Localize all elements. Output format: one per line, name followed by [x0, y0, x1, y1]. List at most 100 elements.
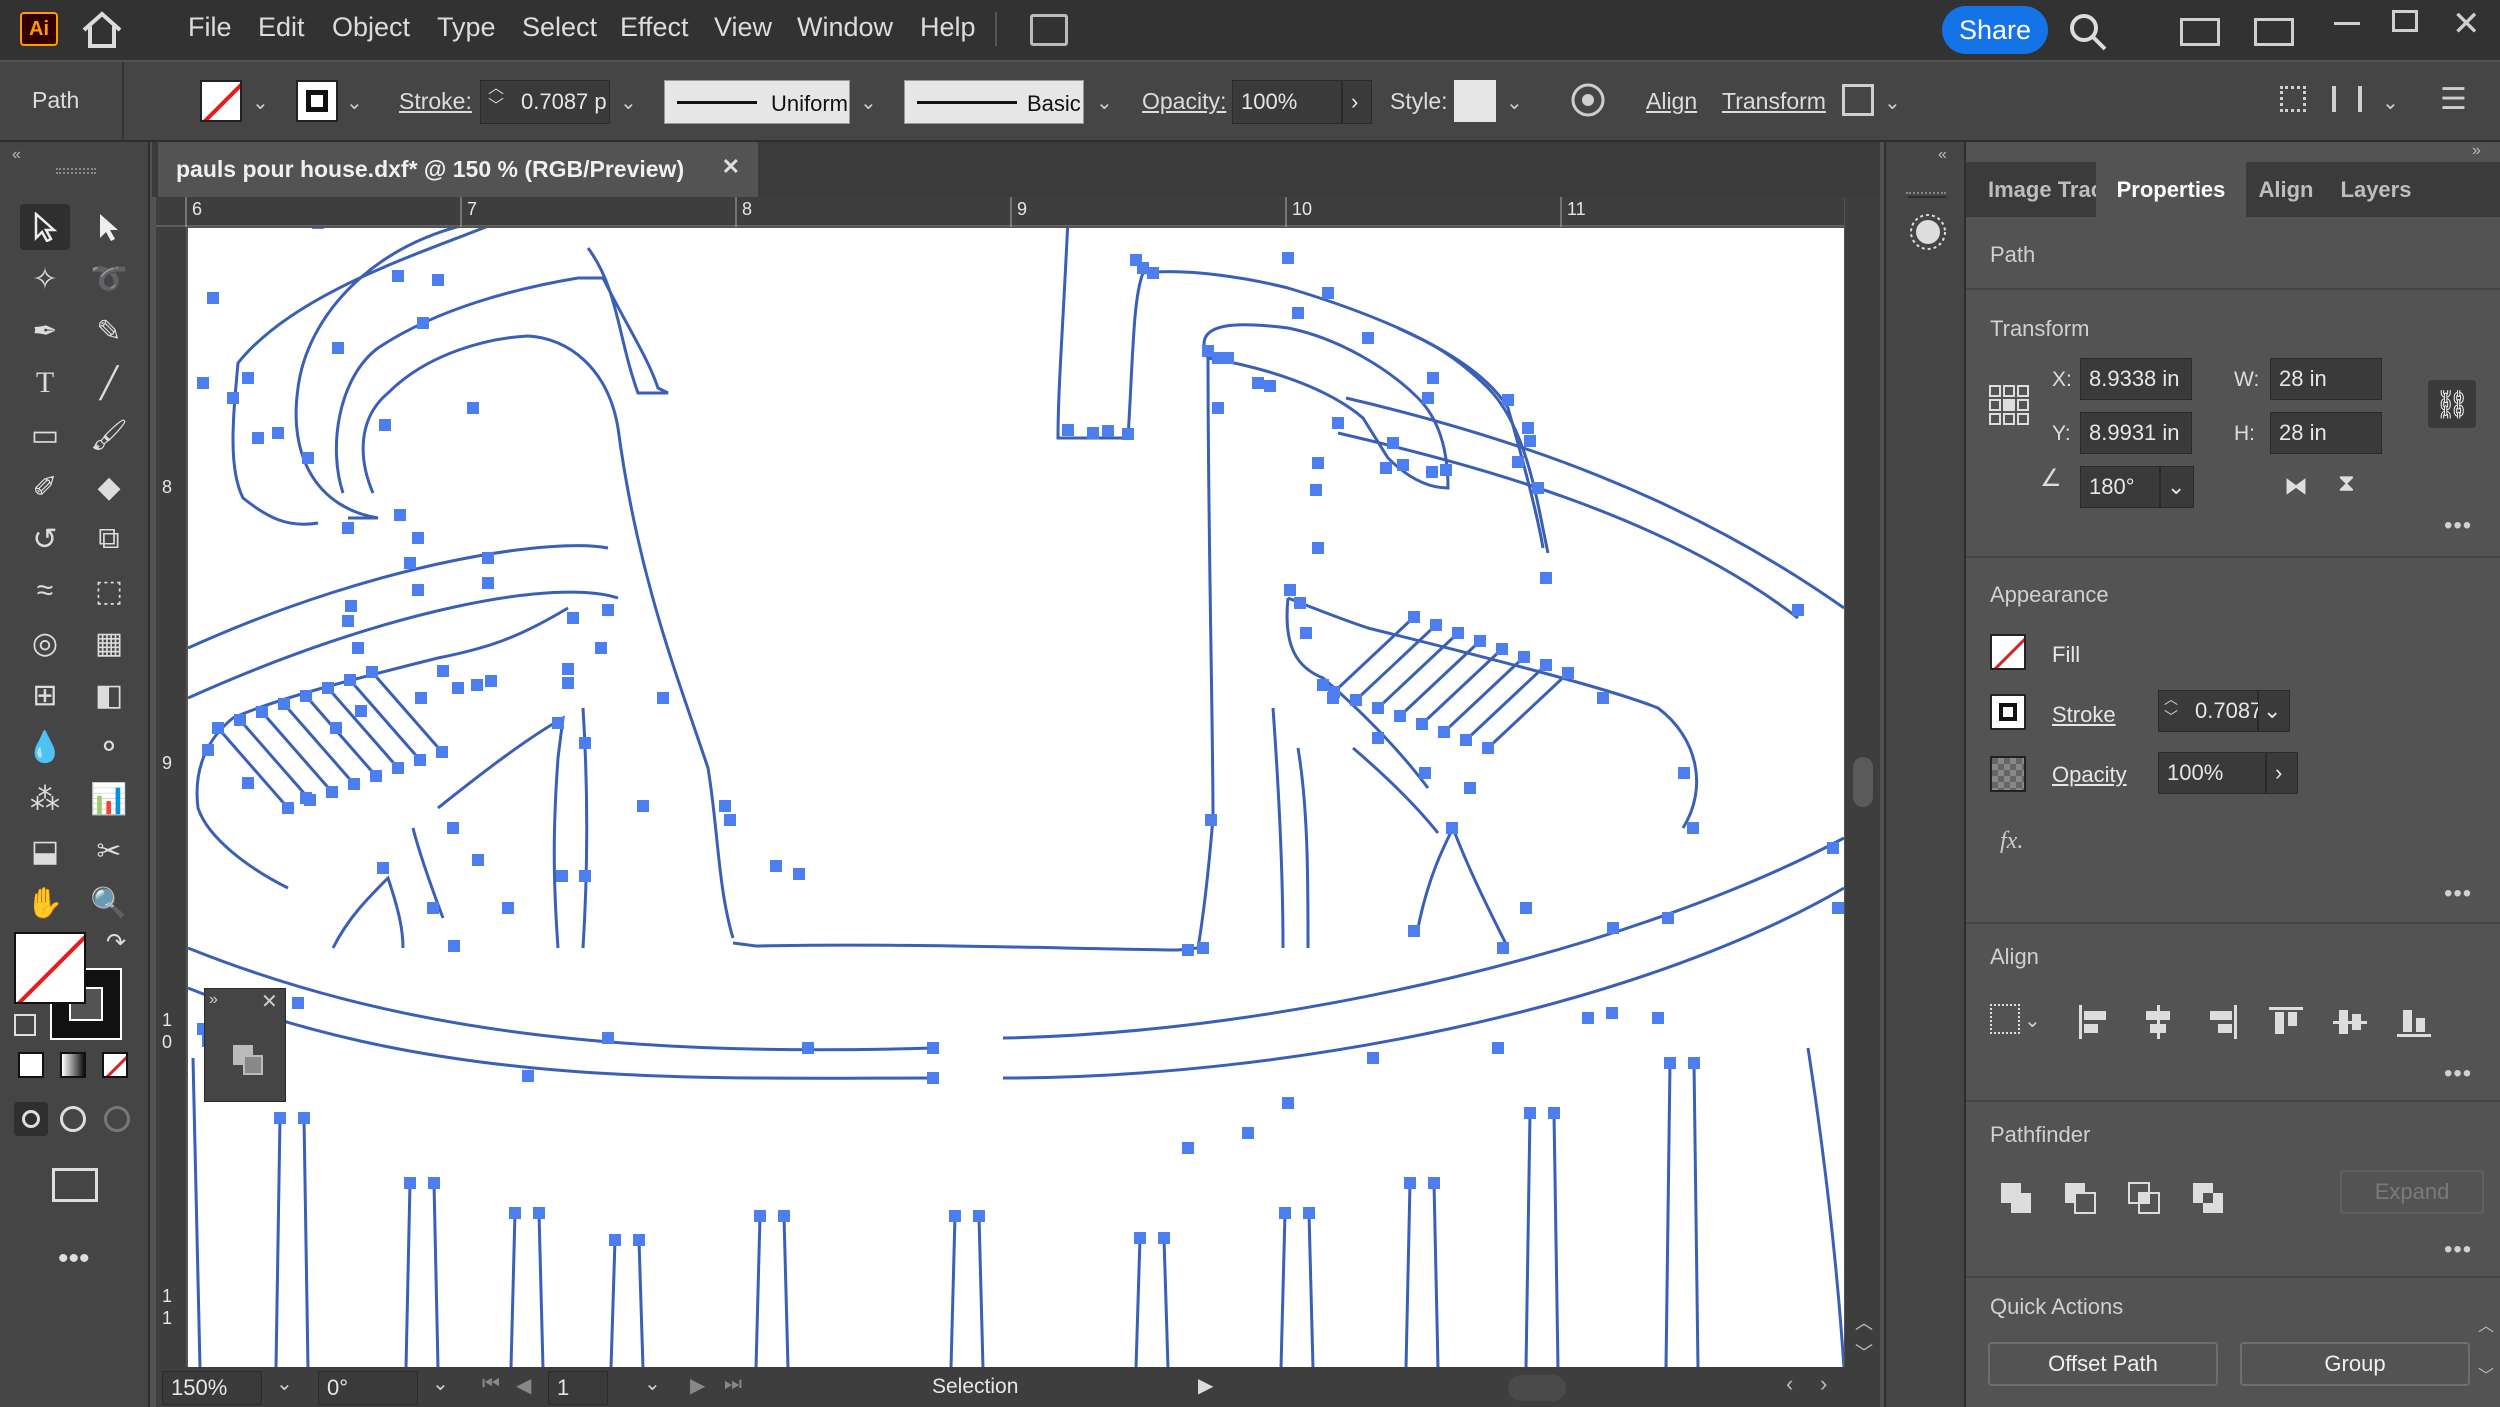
- appearance-fill-swatch[interactable]: [1990, 634, 2026, 670]
- height-input[interactable]: 28 in: [2270, 412, 2382, 454]
- anchor-point[interactable]: [234, 714, 246, 726]
- expand-dock-icon[interactable]: «: [1938, 146, 1947, 164]
- perspective-grid-tool-icon[interactable]: ▦: [84, 620, 134, 666]
- anchor-point[interactable]: [344, 674, 356, 686]
- next-artboard-icon[interactable]: ▶: [690, 1373, 705, 1398]
- align-bottom-icon[interactable]: [2394, 1002, 2434, 1042]
- anchor-point[interactable]: [973, 1210, 985, 1222]
- anchor-point[interactable]: [1284, 584, 1296, 596]
- anchor-point[interactable]: [509, 1207, 521, 1219]
- lasso-tool-icon[interactable]: ➰: [84, 256, 134, 302]
- anchor-point[interactable]: [1452, 627, 1464, 639]
- anchor-point[interactable]: [1317, 679, 1329, 691]
- anchor-point[interactable]: [1252, 377, 1264, 389]
- anchor-point[interactable]: [282, 802, 294, 814]
- anchor-point[interactable]: [1350, 694, 1362, 706]
- anchor-point[interactable]: [412, 532, 424, 544]
- anchor-point[interactable]: [1492, 1042, 1504, 1054]
- anchor-point[interactable]: [1202, 345, 1214, 357]
- close-document-icon[interactable]: ✕: [722, 154, 740, 180]
- anchor-point[interactable]: [1419, 767, 1431, 779]
- scale-tool-icon[interactable]: ⧉: [84, 516, 134, 562]
- scroll-down-icon[interactable]: ﹀: [1855, 1339, 1873, 1365]
- anchor-point[interactable]: [1408, 925, 1420, 937]
- anchor-point[interactable]: [1687, 822, 1699, 834]
- rotate-tool-icon[interactable]: ↺: [20, 516, 70, 562]
- anchor-point[interactable]: [312, 228, 324, 229]
- anchor-point[interactable]: [1430, 619, 1442, 631]
- tab-layers[interactable]: Layers: [2326, 162, 2426, 217]
- anchor-point[interactable]: [345, 600, 357, 612]
- anchor-point[interactable]: [242, 372, 254, 384]
- appearance-stroke-dropdown-icon[interactable]: ⌄: [2258, 690, 2290, 732]
- align-horizontal-center-icon[interactable]: [2138, 1002, 2178, 1042]
- arrange-documents-icon[interactable]: [1030, 14, 1068, 46]
- anchor-point[interactable]: [1300, 627, 1312, 639]
- minimize-icon[interactable]: [2334, 22, 2360, 25]
- anchor-point[interactable]: [1303, 1207, 1315, 1219]
- anchor-point[interactable]: [1087, 427, 1099, 439]
- anchor-point[interactable]: [394, 509, 406, 521]
- anchor-point[interactable]: [1122, 428, 1134, 440]
- anchor-point[interactable]: [452, 682, 464, 694]
- anchor-point[interactable]: [1312, 457, 1324, 469]
- symbol-sprayer-tool-icon[interactable]: ⁂: [20, 776, 70, 822]
- flip-vertical-icon[interactable]: ⧗: [2338, 470, 2355, 498]
- anchor-point[interactable]: [1182, 944, 1194, 956]
- anchor-point[interactable]: [1362, 332, 1374, 344]
- anchor-point[interactable]: [1427, 372, 1439, 384]
- workspace-switcher-icon[interactable]: [2180, 18, 2220, 46]
- line-tool-icon[interactable]: ╱: [84, 360, 134, 406]
- panel-menu-icon[interactable]: ☰: [2440, 82, 2467, 117]
- tab-image-trace[interactable]: Image Trac: [1966, 162, 2096, 217]
- draw-inside-icon[interactable]: [104, 1106, 130, 1132]
- anchor-point[interactable]: [1205, 814, 1217, 826]
- constrain-proportions-icon[interactable]: ⛓: [2428, 380, 2476, 428]
- anchor-point[interactable]: [256, 706, 268, 718]
- anchor-point[interactable]: [1332, 417, 1344, 429]
- x-input[interactable]: 8.9338 in: [2080, 358, 2192, 400]
- anchor-point[interactable]: [1282, 1097, 1294, 1109]
- anchor-point[interactable]: [447, 822, 459, 834]
- anchor-point[interactable]: [1438, 726, 1450, 738]
- anchor-point[interactable]: [1372, 702, 1384, 714]
- anchor-point[interactable]: [1197, 942, 1209, 954]
- expand-floating-panel-icon[interactable]: »: [209, 991, 218, 1009]
- anchor-point[interactable]: [1062, 424, 1074, 436]
- transform-more-options-icon[interactable]: •••: [2444, 512, 2472, 540]
- anchor-point[interactable]: [579, 870, 591, 882]
- slice-tool-icon[interactable]: ✂: [84, 828, 134, 874]
- zoom-input[interactable]: 150%: [162, 1371, 262, 1405]
- menu-effect[interactable]: Effect: [620, 12, 689, 43]
- anchor-point[interactable]: [330, 722, 342, 734]
- unite-icon[interactable]: [1996, 1178, 2036, 1218]
- anchor-point[interactable]: [1832, 902, 1844, 914]
- opacity-label[interactable]: Opacity:: [1142, 88, 1226, 115]
- anchor-point[interactable]: [366, 666, 378, 678]
- anchor-point[interactable]: [770, 860, 782, 872]
- anchor-point[interactable]: [1827, 842, 1839, 854]
- rotation-angle-input[interactable]: 180°: [2080, 466, 2160, 508]
- anchor-point[interactable]: [355, 705, 367, 717]
- anchor-point[interactable]: [322, 682, 334, 694]
- anchor-point[interactable]: [302, 452, 314, 464]
- opacity-arrow-icon[interactable]: ›: [1342, 80, 1372, 124]
- anchor-point[interactable]: [633, 1234, 645, 1246]
- anchor-point[interactable]: [1532, 482, 1544, 494]
- expand-button[interactable]: Expand: [2340, 1170, 2484, 1214]
- zoom-dropdown-icon[interactable]: ⌄: [276, 1371, 293, 1396]
- anchor-point[interactable]: [467, 402, 479, 414]
- align-link[interactable]: Align: [1646, 88, 1697, 115]
- previous-artboard-icon[interactable]: ◀: [516, 1373, 531, 1398]
- anchor-point[interactable]: [1387, 437, 1399, 449]
- collapse-panel-icon[interactable]: »: [2472, 142, 2481, 160]
- anchor-point[interactable]: [556, 870, 568, 882]
- exclude-icon[interactable]: [2188, 1178, 2228, 1218]
- anchor-point[interactable]: [602, 1032, 614, 1044]
- anchor-point[interactable]: [1404, 1177, 1416, 1189]
- anchor-point[interactable]: [428, 1177, 440, 1189]
- anchor-point[interactable]: [754, 1210, 766, 1222]
- anchor-point[interactable]: [927, 1042, 939, 1054]
- anchor-point[interactable]: [1292, 307, 1304, 319]
- anchor-point[interactable]: [1282, 252, 1294, 264]
